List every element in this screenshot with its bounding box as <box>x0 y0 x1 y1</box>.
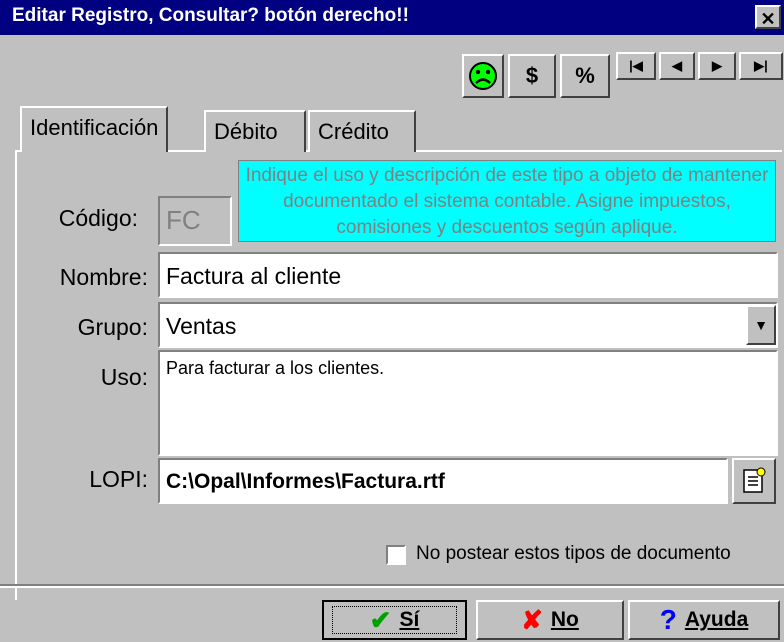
nombre-label: Nombre: <box>59 264 148 290</box>
chevron-down-icon[interactable]: ▼ <box>746 305 776 345</box>
tab-debito[interactable]: Débito <box>204 110 306 152</box>
first-record-button[interactable]: |◀ <box>616 52 656 80</box>
help-icon: ? <box>659 604 677 635</box>
last-record-button[interactable]: ▶| <box>739 52 783 80</box>
dollar-button[interactable]: $ <box>508 54 556 98</box>
tab-credito[interactable]: Crédito <box>308 110 416 152</box>
no-button-label: No <box>550 608 579 631</box>
browse-file-button[interactable] <box>732 458 776 504</box>
dialog-window: Editar Registro, Consultar? botón derech… <box>0 0 784 642</box>
checkmark-icon: ✔ <box>369 604 392 635</box>
grupo-select[interactable]: Ventas <box>158 302 778 348</box>
lopi-label: LOPI: <box>89 466 148 492</box>
separator <box>0 584 784 588</box>
si-button-label: Sí <box>399 608 420 631</box>
close-button[interactable]: ✕ <box>755 5 781 29</box>
uso-textarea[interactable]: Para facturar a los clientes. <box>158 350 778 456</box>
face-button[interactable] <box>462 54 504 98</box>
sad-face-icon <box>469 62 497 90</box>
ayuda-button[interactable]: ? Ayuda <box>628 600 780 640</box>
si-button[interactable]: ✔ Sí <box>322 600 467 640</box>
lopi-field[interactable]: C:\Opal\Informes\Factura.rtf <box>158 458 728 504</box>
previous-record-button[interactable]: ◀ <box>659 52 695 80</box>
grupo-label: Grupo: <box>77 314 148 340</box>
codigo-label: Código: <box>58 205 138 231</box>
x-icon: ✘ <box>521 604 543 635</box>
codigo-field[interactable]: FC <box>158 196 232 246</box>
window-title: Editar Registro, Consultar? botón derech… <box>12 5 409 26</box>
grupo-value: Ventas <box>166 313 237 339</box>
title-bar: Editar Registro, Consultar? botón derech… <box>0 0 784 35</box>
next-icon: ▶ <box>712 58 722 73</box>
previous-icon: ◀ <box>672 58 682 73</box>
first-icon: |◀ <box>629 58 643 73</box>
checkbox-label: No postear estos tipos de documento <box>416 543 731 564</box>
tab-identificacion[interactable]: Identificación <box>20 106 169 152</box>
hint-text: Indique el uso y descripción de este tip… <box>238 160 776 242</box>
last-icon: ▶| <box>754 58 768 73</box>
percent-button[interactable]: % <box>560 54 610 98</box>
next-record-button[interactable]: ▶ <box>698 52 736 80</box>
uso-label: Uso: <box>100 364 148 390</box>
document-icon <box>743 467 766 493</box>
no-button[interactable]: ✘ No <box>476 600 624 640</box>
no-postear-checkbox[interactable] <box>386 545 406 565</box>
ayuda-button-label: Ayuda <box>684 608 749 631</box>
nombre-field[interactable]: Factura al cliente <box>158 252 778 298</box>
